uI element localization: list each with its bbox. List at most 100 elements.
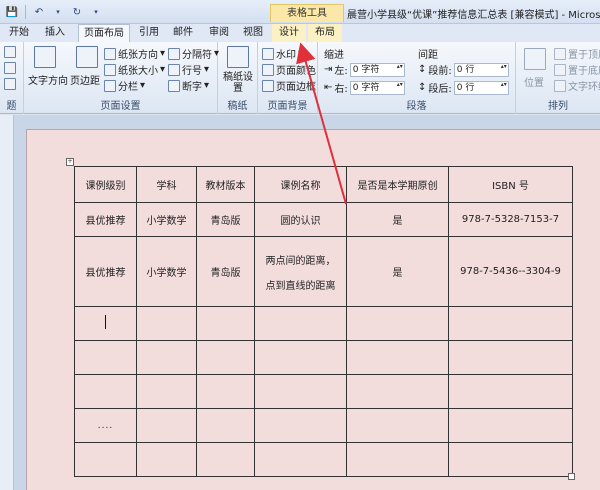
- recommendation-table: 课例级别 学科 教材版本 课例名称 是否是本学期原创 ISBN 号 县优推荐 小…: [74, 166, 573, 477]
- table-cell[interactable]: 是: [346, 202, 449, 237]
- breaks-button[interactable]: 分隔符 ▾: [168, 46, 219, 61]
- table-resize-handle[interactable]: [568, 473, 575, 480]
- table-row: 县优推荐 小学数学 青岛版 圆的认识 是 978-7-5328-7153-7: [74, 202, 573, 237]
- tab-references[interactable]: 引用: [134, 24, 164, 42]
- table-cell[interactable]: [254, 374, 347, 409]
- table-header-cell[interactable]: 教材版本: [196, 166, 255, 203]
- hyphenation-button[interactable]: 断字 ▾: [168, 78, 209, 93]
- table-cell[interactable]: [196, 408, 255, 443]
- table-cell[interactable]: 青岛版: [196, 236, 255, 307]
- columns-button[interactable]: 分栏 ▾: [104, 78, 145, 93]
- send-back-button[interactable]: 置于底层: [554, 62, 600, 77]
- table-cell[interactable]: 两点间的距离， 点到直线的距离: [254, 236, 347, 307]
- spacing-after-input[interactable]: 0 行: [453, 80, 509, 95]
- table-cell[interactable]: [448, 374, 573, 409]
- table-header-cell[interactable]: ISBN 号: [448, 166, 573, 203]
- redo-icon[interactable]: ↻: [69, 4, 85, 20]
- table-cell[interactable]: [136, 408, 197, 443]
- table-cell[interactable]: [346, 374, 449, 409]
- text-direction-button[interactable]: 文字方向: [28, 72, 68, 87]
- tab-review[interactable]: 审阅: [204, 24, 234, 42]
- text-direction-icon[interactable]: [34, 46, 56, 68]
- table-cell[interactable]: [196, 306, 255, 341]
- page-color-icon: [262, 63, 274, 76]
- manuscript-icon[interactable]: [227, 46, 249, 68]
- spacing-before-input[interactable]: 0 行: [453, 62, 509, 77]
- themes-group: 题: [0, 42, 24, 114]
- send-back-icon: [554, 63, 566, 76]
- table-cell[interactable]: [74, 306, 137, 341]
- themes-icon[interactable]: [4, 46, 16, 58]
- tab-insert[interactable]: 插入: [40, 24, 70, 42]
- table-cell[interactable]: [346, 340, 449, 375]
- bring-front-button[interactable]: 置于顶层: [554, 46, 600, 61]
- table-header-cell[interactable]: 是否是本学期原创: [346, 166, 449, 203]
- table-cell[interactable]: [346, 408, 449, 443]
- table-cell[interactable]: 青岛版: [196, 202, 255, 237]
- orientation-button[interactable]: 纸张方向 ▾: [104, 46, 165, 61]
- page-color-button[interactable]: 页面颜色: [262, 62, 316, 77]
- margins-icon[interactable]: [76, 46, 98, 68]
- table-cell[interactable]: [448, 340, 573, 375]
- table-cell[interactable]: [136, 306, 197, 341]
- table-cell[interactable]: [448, 306, 573, 341]
- line-numbers-button[interactable]: 行号 ▾: [168, 62, 209, 77]
- save-icon[interactable]: 💾: [4, 4, 20, 20]
- table-cell[interactable]: [254, 340, 347, 375]
- table-cell[interactable]: [74, 340, 137, 375]
- table-cell[interactable]: [346, 306, 449, 341]
- table-header-cell[interactable]: 课例名称: [254, 166, 347, 203]
- position-icon[interactable]: [524, 48, 546, 70]
- table-cell[interactable]: [346, 442, 449, 477]
- table-cell[interactable]: [74, 442, 137, 477]
- table-cell[interactable]: 小学数学: [136, 236, 197, 307]
- table-cell[interactable]: 县优推荐: [74, 202, 137, 237]
- tab-mailings[interactable]: 邮件: [168, 24, 198, 42]
- tab-layout[interactable]: 布局: [308, 24, 342, 42]
- position-button[interactable]: 位置: [524, 74, 544, 89]
- table-cell[interactable]: [136, 340, 197, 375]
- manuscript-settings-button[interactable]: 稿纸设置: [222, 72, 254, 94]
- table-cell[interactable]: [136, 442, 197, 477]
- table-cell[interactable]: 978-7-5328-7153-7: [448, 202, 573, 237]
- tab-page-layout[interactable]: 页面布局: [78, 24, 130, 42]
- undo-icon[interactable]: ↶: [31, 4, 47, 20]
- table-cell[interactable]: [196, 340, 255, 375]
- table-cell[interactable]: [254, 306, 347, 341]
- table-header-cell[interactable]: 课例级别: [74, 166, 137, 203]
- tab-design[interactable]: 设计: [272, 24, 306, 42]
- indent-left-input[interactable]: 0 字符: [349, 62, 405, 77]
- tab-view[interactable]: 视图: [238, 24, 268, 42]
- table-cell[interactable]: [448, 408, 573, 443]
- table-cell[interactable]: 县优推荐: [74, 236, 137, 307]
- table-cell[interactable]: [196, 374, 255, 409]
- chevron-down-icon[interactable]: ▾: [50, 4, 66, 20]
- indent-right-input[interactable]: 0 字符: [349, 80, 405, 95]
- table-cell[interactable]: 小学数学: [136, 202, 197, 237]
- table-cell[interactable]: ....: [74, 408, 137, 443]
- table-header-cell[interactable]: 学科: [136, 166, 197, 203]
- table-cell[interactable]: 978-7-5436--3304-9: [448, 236, 573, 307]
- theme-effects-icon[interactable]: [4, 78, 16, 90]
- table-cell[interactable]: [196, 442, 255, 477]
- table-cell[interactable]: 是: [346, 236, 449, 307]
- table-cell[interactable]: [254, 442, 347, 477]
- paragraph-label: 段落: [406, 101, 427, 112]
- margins-button[interactable]: 页边距: [70, 72, 100, 87]
- table-cell[interactable]: [136, 374, 197, 409]
- tab-home[interactable]: 开始: [4, 24, 34, 42]
- table-cell[interactable]: 圆的认识: [254, 202, 347, 237]
- columns-icon: [104, 79, 116, 92]
- page-borders-button[interactable]: 页面边框: [262, 78, 316, 93]
- watermark-button[interactable]: 水印 ▾: [262, 46, 303, 61]
- table-cell[interactable]: [254, 408, 347, 443]
- table-row: [74, 442, 573, 477]
- size-button[interactable]: 纸张大小 ▾: [104, 62, 165, 77]
- wrap-text-button[interactable]: 文字环绕: [554, 78, 600, 93]
- customize-qat-icon[interactable]: ▾: [88, 4, 104, 20]
- theme-fonts-icon[interactable]: [4, 62, 16, 74]
- table-cell[interactable]: [74, 374, 137, 409]
- table-cell[interactable]: [448, 442, 573, 477]
- table-move-handle-icon[interactable]: +: [66, 158, 74, 166]
- indent-left-row: ⇥ 左: 0 字符: [324, 62, 405, 77]
